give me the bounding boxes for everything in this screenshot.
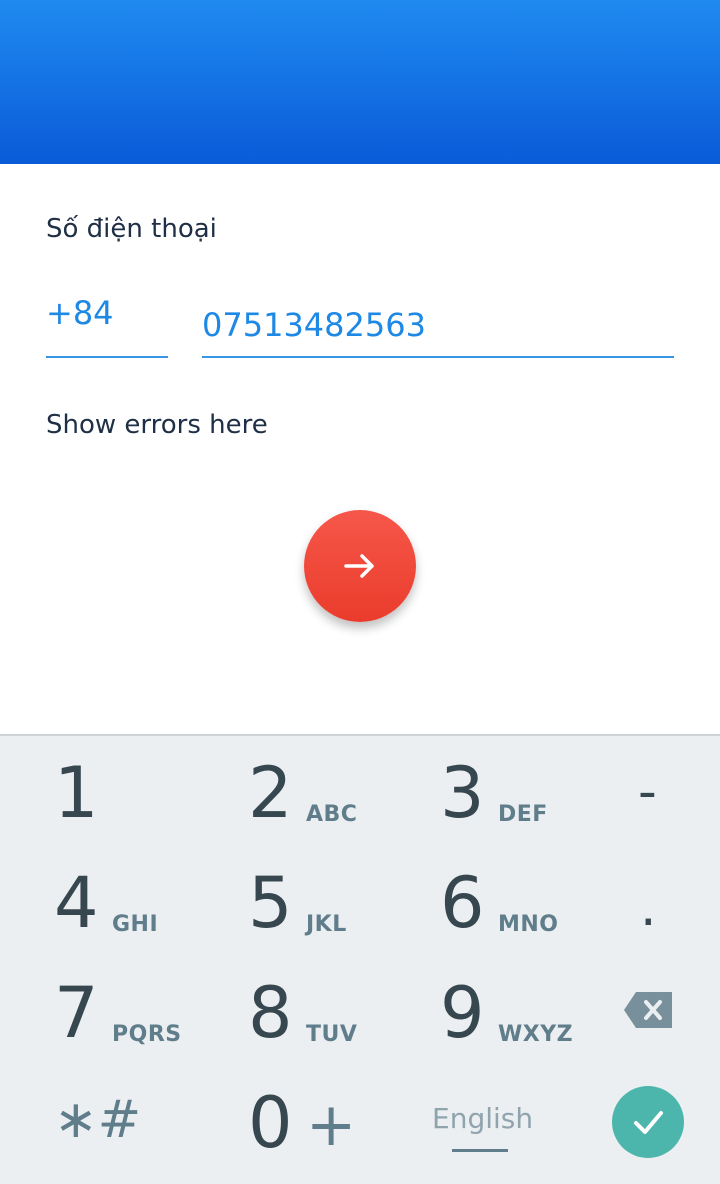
- phone-number-input[interactable]: [202, 294, 674, 358]
- next-button[interactable]: [304, 510, 416, 622]
- key-digit: 6: [440, 862, 485, 944]
- key-letters: JKL: [306, 912, 347, 937]
- key-4[interactable]: 4 GHI: [18, 850, 198, 960]
- key-star-hash[interactable]: ∗#: [54, 1090, 141, 1150]
- language-switch[interactable]: English: [432, 1102, 533, 1135]
- key-digit: 8: [248, 972, 293, 1054]
- key-digit: 0: [248, 1082, 293, 1164]
- app-header: [0, 0, 720, 164]
- key-letters: GHI: [112, 912, 159, 937]
- key-digit: 7: [54, 972, 99, 1054]
- key-digit: 3: [440, 752, 485, 834]
- key-5[interactable]: 5 JKL: [182, 850, 362, 960]
- checkmark-icon: [634, 1111, 663, 1134]
- key-1[interactable]: 1: [18, 740, 198, 850]
- key-7[interactable]: 7 PQRS: [18, 960, 198, 1070]
- key-9[interactable]: 9 WXYZ: [362, 960, 573, 1070]
- key-3[interactable]: 3 DEF: [362, 740, 547, 850]
- backspace-icon: [624, 992, 672, 1028]
- key-digit: 2: [248, 752, 293, 834]
- key-0[interactable]: 0 +: [182, 1070, 362, 1180]
- arrow-right-icon: [344, 554, 374, 578]
- key-letters: DEF: [498, 802, 548, 827]
- key-8[interactable]: 8 TUV: [182, 960, 362, 1070]
- key-digit: 4: [54, 862, 99, 944]
- done-button[interactable]: [612, 1086, 684, 1158]
- key-2[interactable]: 2 ABC: [182, 740, 362, 850]
- key-letters: MNO: [498, 912, 559, 937]
- key-digit: 9: [440, 972, 485, 1054]
- phone-label: Số điện thoại: [46, 214, 217, 244]
- key-6[interactable]: 6 MNO: [362, 850, 558, 960]
- key-dash[interactable]: -: [638, 762, 657, 822]
- language-underline: [452, 1149, 508, 1152]
- key-letters: WXYZ: [498, 1022, 574, 1047]
- key-dot[interactable]: .: [640, 878, 657, 938]
- error-message: Show errors here: [46, 410, 268, 440]
- key-letters: PQRS: [112, 1022, 182, 1047]
- key-digit: 5: [248, 862, 293, 944]
- backspace-key[interactable]: [622, 990, 674, 1035]
- key-letters: TUV: [306, 1022, 358, 1047]
- key-letters: ABC: [306, 802, 358, 827]
- key-plus: +: [306, 1090, 357, 1160]
- key-digit: 1: [54, 752, 99, 834]
- country-code-field[interactable]: +84: [46, 294, 168, 358]
